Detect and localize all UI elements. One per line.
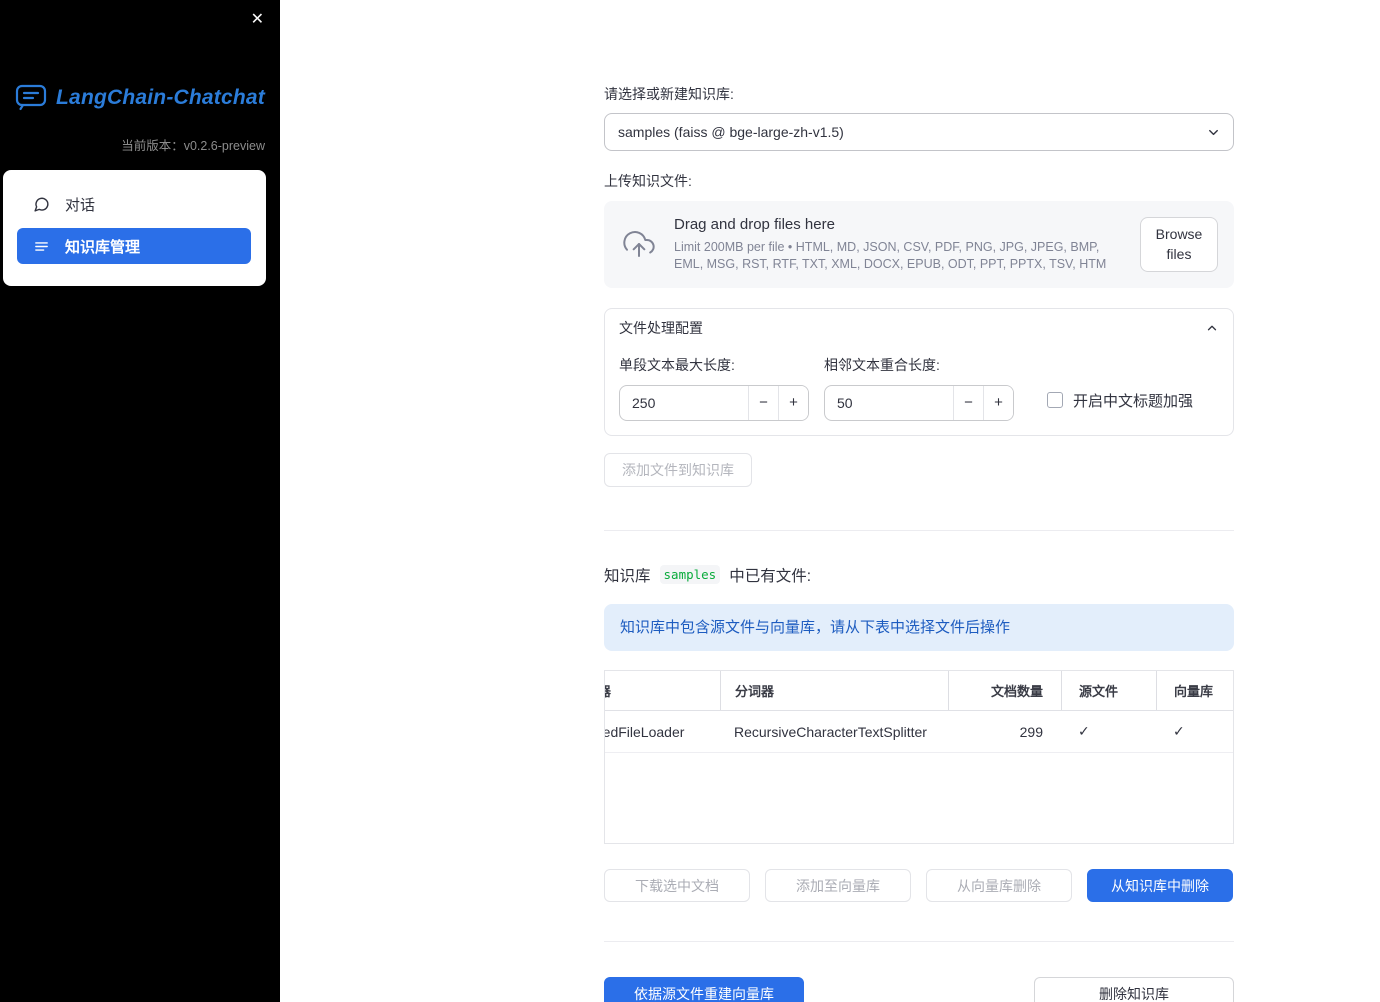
add-files-button[interactable]: 添加文件到知识库 (604, 452, 752, 487)
sidebar-menu: 对话 知识库管理 (3, 170, 266, 286)
overlap-size-decrement-button[interactable]: − (953, 385, 983, 420)
kb-select-value: samples (faiss @ bge-large-zh-v1.5) (618, 124, 844, 140)
info-banner: 知识库中包含源文件与向量库，请从下表中选择文件后操作 (604, 603, 1234, 652)
overlap-size-increment-button[interactable]: + (983, 385, 1013, 420)
zh-title-enhance-label: 开启中文标题加强 (1073, 392, 1194, 410)
download-selected-button[interactable]: 下载选中文档 (604, 869, 750, 903)
overlap-size-input[interactable]: 50 − + (824, 384, 1014, 421)
dropzone-title: Drag and drop files here (674, 216, 835, 233)
delete-from-kb-button[interactable]: 从知识库中删除 (1087, 869, 1233, 903)
overlap-size-label: 相邻文本重合长度: (824, 356, 940, 373)
add-to-vector-store-button[interactable]: 添加至向量库 (765, 869, 911, 903)
table-header-source-file: 源文件 (1061, 671, 1156, 711)
chevron-down-icon (1209, 129, 1218, 135)
dropzone-limit: Limit 200MB per file • HTML, MD, JSON, C… (674, 240, 1107, 271)
cell-splitter: RecursiveCharacterTextSplitter (734, 723, 927, 740)
chunk-size-input[interactable]: 250 − + (619, 384, 809, 421)
dropzone-text: Drag and drop files here Limit 200MB per… (674, 216, 1124, 273)
sidebar-item-label: 对话 (65, 196, 96, 214)
cell-source-file-check: ✓ (1078, 723, 1090, 740)
upload-label: 上传知识文件: (604, 173, 692, 189)
cell-doc-count: 299 (1019, 723, 1043, 740)
cell-vector-store-check: ✓ (1173, 723, 1185, 740)
chunk-size-label: 单段文本最大长度: (619, 356, 735, 373)
divider (604, 529, 1234, 531)
zh-title-enhance-row: 开启中文标题加强 (1047, 390, 1193, 411)
existing-prefix: 知识库 (604, 567, 651, 585)
sidebar-close-button[interactable]: ✕ (247, 8, 268, 32)
chunk-size-group: 单段文本最大长度: 250 − + (619, 351, 809, 421)
logo-text: LangChain-Chatchat (56, 85, 265, 109)
close-icon: ✕ (250, 11, 264, 28)
existing-suffix: 中已有文件: (729, 567, 812, 585)
upload-cloud-icon (623, 231, 655, 258)
sidebar-item-label: 知识库管理 (65, 238, 141, 256)
kb-select[interactable]: samples (faiss @ bge-large-zh-v1.5) (604, 113, 1234, 151)
file-dropzone[interactable]: Drag and drop files here Limit 200MB per… (604, 201, 1234, 288)
browse-files-button[interactable]: Browse files (1140, 217, 1218, 272)
main-content: 请选择或新建知识库: samples (faiss @ bge-large-zh… (280, 0, 1380, 1002)
expander-header[interactable]: 文件处理配置 (605, 309, 1233, 347)
app-root: ✕ LangChain-Chatchat 当前版本：v0.2.6-preview… (0, 0, 1380, 1002)
table-row[interactable]: redFileLoader RecursiveCharacterTextSpli… (605, 711, 1233, 754)
logo-chat-icon (15, 84, 47, 111)
list-icon (35, 241, 48, 251)
chat-bubble-icon (34, 197, 49, 212)
remove-from-vector-store-button[interactable]: 从向量库删除 (926, 869, 1072, 903)
kb-name-code: samples (659, 565, 721, 585)
chevron-up-icon (1207, 325, 1217, 331)
cell-loader: redFileLoader (605, 723, 685, 740)
content-column: 请选择或新建知识库: samples (faiss @ bge-large-zh… (604, 0, 1234, 1002)
overlap-size-value[interactable]: 50 (825, 386, 953, 420)
chunk-size-value[interactable]: 250 (620, 386, 748, 420)
table-header-splitter: 分词器 (720, 671, 948, 711)
divider (604, 941, 1234, 943)
chunk-size-increment-button[interactable]: + (778, 385, 808, 420)
delete-kb-button[interactable]: 删除知识库 (1034, 977, 1234, 1002)
table-header-loader: 器 (605, 671, 720, 710)
chunk-size-decrement-button[interactable]: − (748, 385, 778, 420)
file-actions-row: 下载选中文档 添加至向量库 从向量库删除 从知识库中删除 (604, 869, 1234, 903)
rebuild-vector-store-button[interactable]: 依据源文件重建向量库 (604, 977, 804, 1002)
files-table: 器 分词器 文档数量 源文件 向量库 redFileLoader Recursi… (604, 670, 1234, 845)
table-header-row: 器 分词器 文档数量 源文件 向量库 (605, 671, 1233, 712)
version-label: 当前版本：v0.2.6-preview (121, 139, 265, 153)
app-logo: LangChain-Chatchat (0, 84, 280, 111)
sidebar-item-kb-management[interactable]: 知识库管理 (17, 228, 251, 264)
kb-select-label: 请选择或新建知识库: (604, 86, 734, 102)
sidebar-item-chat[interactable]: 对话 (3, 182, 266, 226)
existing-files-heading: 知识库 samples 中已有文件: (604, 564, 1234, 586)
table-header-vector-store: 向量库 (1156, 671, 1233, 711)
sidebar: ✕ LangChain-Chatchat 当前版本：v0.2.6-preview… (0, 0, 280, 1002)
expander-title: 文件处理配置 (619, 319, 703, 336)
expander-body: 单段文本最大长度: 250 − + 相邻文本重合长度: 50 − + 开启中文标… (605, 347, 1233, 435)
table-header-doc-count: 文档数量 (948, 671, 1061, 711)
zh-title-enhance-checkbox[interactable] (1047, 392, 1063, 409)
file-config-expander: 文件处理配置 单段文本最大长度: 250 − + 相邻文本重合长度: 50 − … (604, 307, 1234, 436)
overlap-size-group: 相邻文本重合长度: 50 − + (824, 351, 1014, 421)
kb-actions-row: 依据源文件重建向量库 删除知识库 (604, 977, 1234, 1002)
